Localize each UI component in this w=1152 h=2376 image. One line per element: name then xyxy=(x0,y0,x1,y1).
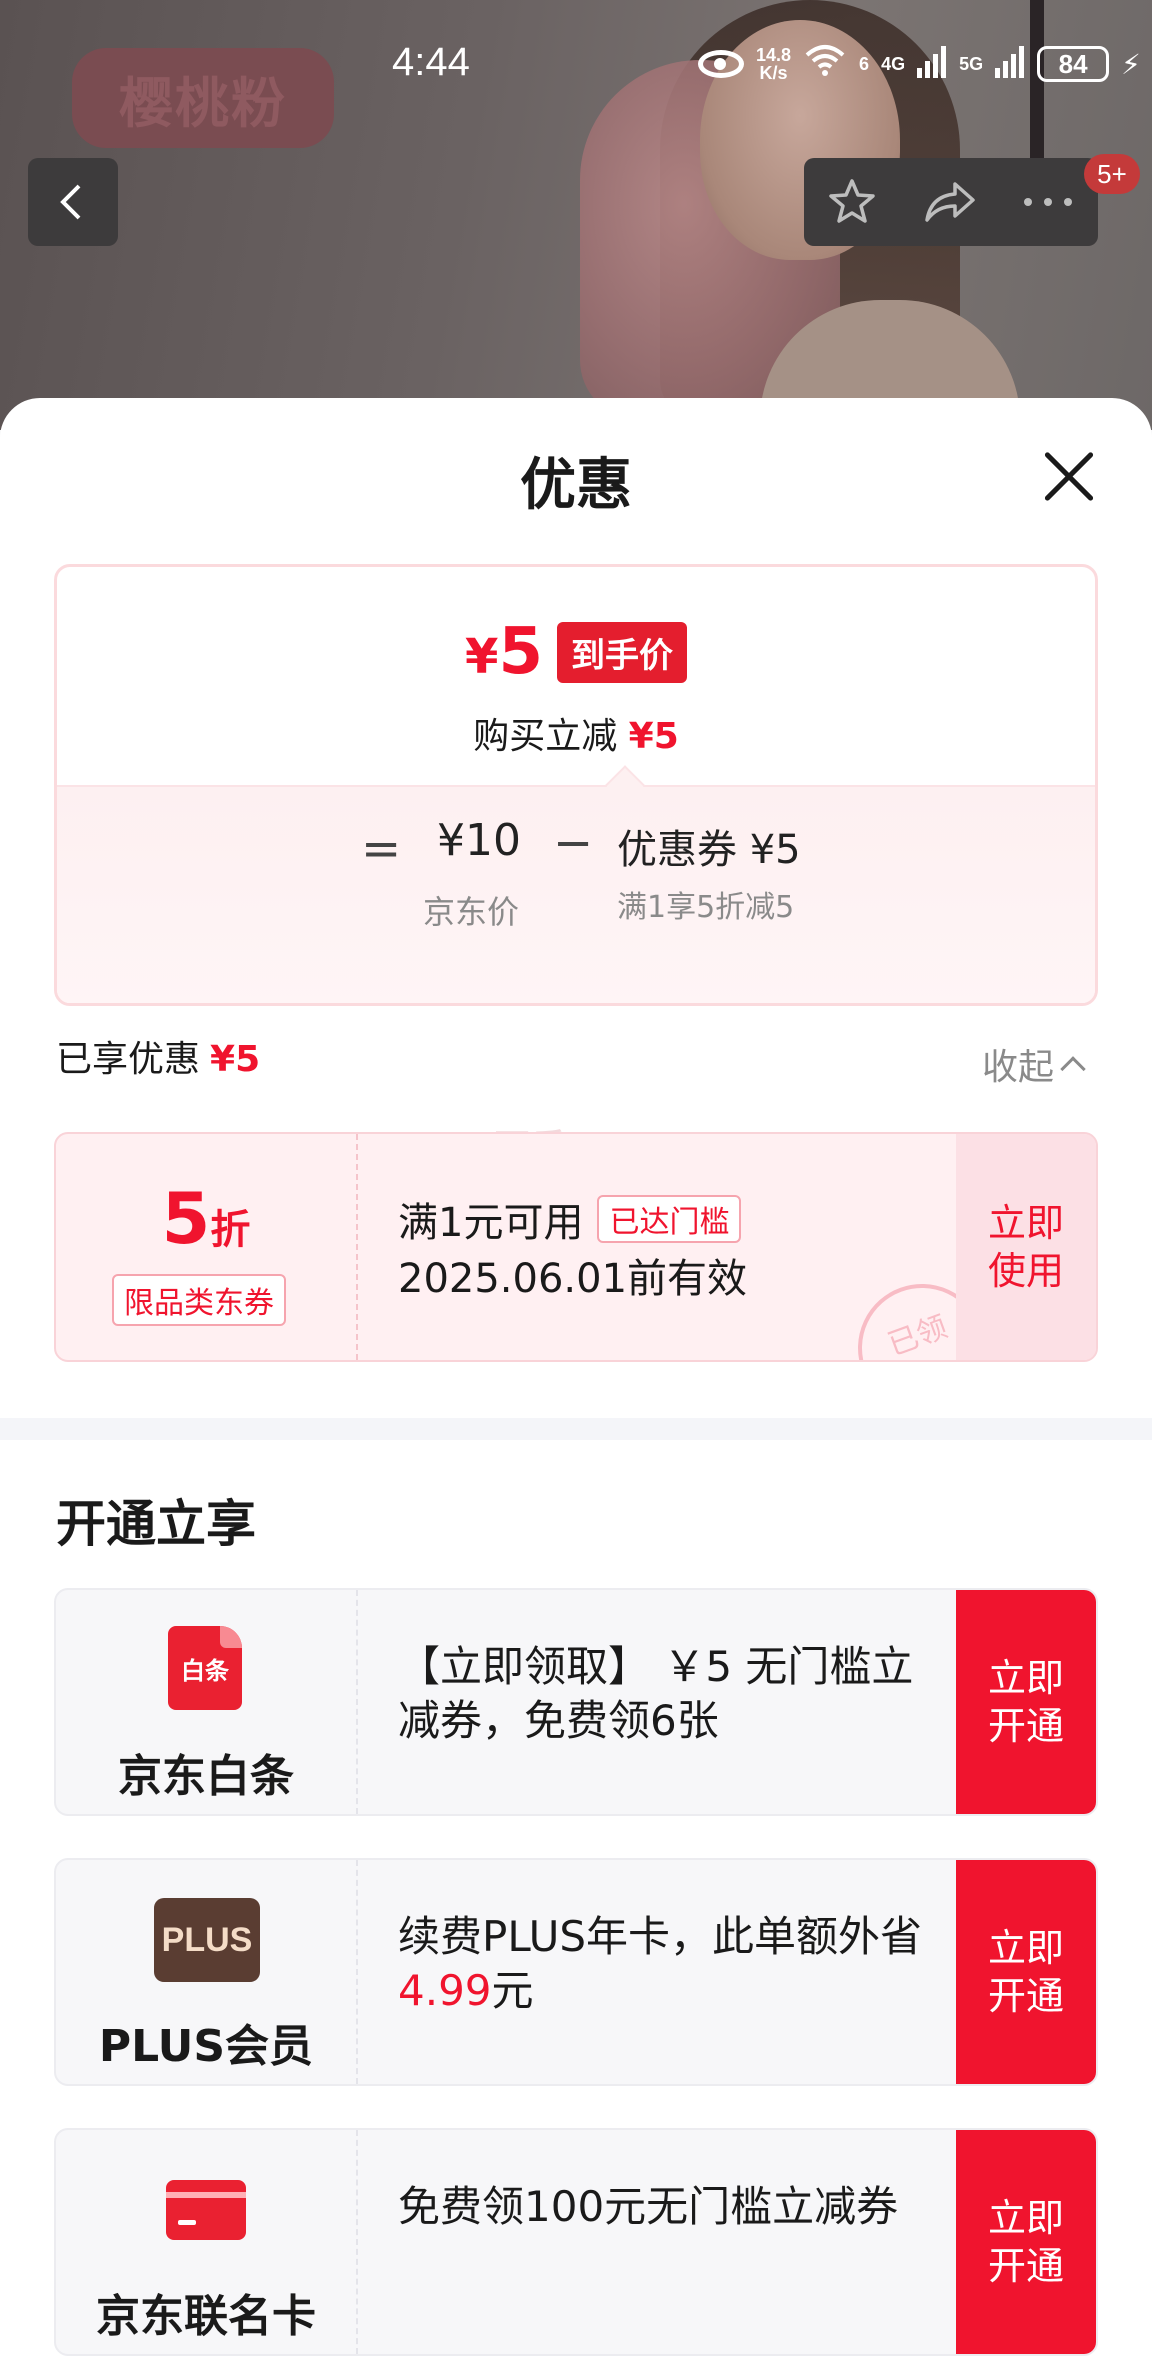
use-coupon-button[interactable]: 立即使用 xyxy=(956,1134,1096,1360)
service-name: PLUS会员 xyxy=(98,2021,314,2072)
status-time: 4:44 xyxy=(392,40,470,84)
signal-4g-label: 4G xyxy=(881,54,906,74)
service-desc: 免费领100元无门槛立减券 xyxy=(398,2182,899,2231)
close-icon[interactable] xyxy=(1040,448,1096,504)
coupon-value-area: 5折 限品类东券 xyxy=(56,1134,356,1360)
product-color-tag: 樱桃粉 xyxy=(72,48,334,148)
network-speed-unit: K/s xyxy=(759,63,788,83)
service-desc: 【立即领取】 ￥5 无门槛立减券，免费领6张 xyxy=(398,1642,914,1745)
nav-actions xyxy=(804,158,1098,246)
notification-badge: 5+ xyxy=(1084,154,1140,194)
wifi-label: 6 xyxy=(859,54,870,74)
chevron-left-icon xyxy=(60,184,81,220)
activate-button[interactable]: 立即开通 xyxy=(956,1590,1096,1814)
battery-indicator: 84 xyxy=(1037,46,1110,82)
section-separator xyxy=(0,1418,1152,1440)
minus-sign: − xyxy=(553,815,594,871)
service-brand: PLUS PLUS会员 xyxy=(56,1860,356,2084)
instant-discount-label: 购买立减 xyxy=(473,716,618,757)
coupon-validity: 2025.06.01前有效 xyxy=(398,1256,748,1302)
chevron-up-icon xyxy=(1060,1056,1086,1082)
service-desc-unit: 元 xyxy=(491,1966,534,2015)
service-divider xyxy=(356,2130,358,2354)
star-icon[interactable] xyxy=(826,176,878,228)
service-name: 京东联名卡 xyxy=(96,2291,316,2342)
network-speed-value: 14.8 xyxy=(756,45,792,65)
service-desc-text: 续费PLUS年卡，此单额外省 xyxy=(398,1912,923,1961)
collapse-label: 收起 xyxy=(982,1047,1055,1088)
discount-sheet: 优惠 ¥5 到手价 购买立减 ¥5 = ¥10 京东价 − 优惠券 ¥5 满1享… xyxy=(0,398,1152,2376)
service-divider xyxy=(356,1590,358,1814)
plus-icon: PLUS xyxy=(154,1898,260,1982)
price-formula-section: = ¥10 京东价 − 优惠券 ¥5 满1享5折减5 xyxy=(57,785,1095,1003)
coupon-discount: 5折 xyxy=(56,1178,356,1260)
final-price-row: ¥5 到手价 xyxy=(57,615,1095,689)
network-speed: 14.8 K/s xyxy=(756,46,791,82)
final-price-amount: 5 xyxy=(498,615,543,689)
coupon-divider xyxy=(356,1134,358,1360)
threshold-reached-badge: 已达门槛 xyxy=(597,1195,742,1243)
collapse-toggle[interactable]: 收起 xyxy=(982,1038,1086,1090)
coupon-deduction-value: 优惠券 ¥5 xyxy=(617,827,801,873)
enjoyed-label: 已享优惠 xyxy=(56,1039,201,1080)
coupon-discount-number: 5 xyxy=(161,1178,211,1260)
coupon-condition: 满1元可用 xyxy=(398,1200,584,1246)
currency-symbol: ¥ xyxy=(465,629,499,685)
signal-bars-icon xyxy=(917,46,947,82)
wifi-icon xyxy=(803,43,847,85)
service-brand: 京东联名卡 xyxy=(56,2130,356,2354)
jd-price-value: ¥10 xyxy=(437,815,521,866)
coupon-discount-unit: 折 xyxy=(210,1207,251,1253)
baitiao-icon: 白条 xyxy=(168,1626,242,1710)
instant-discount-line: 购买立减 ¥5 xyxy=(57,707,1095,759)
service-desc: 续费PLUS年卡，此单额外省 4.99元 xyxy=(398,1910,938,2018)
sheet-title: 优惠 xyxy=(520,453,632,518)
service-card-baitiao: 白条 京东白条 【立即领取】 ￥5 无门槛立减券，免费领6张 立即开通 xyxy=(54,1588,1098,1816)
service-name: 京东白条 xyxy=(118,1751,294,1802)
final-price-tag: 到手价 xyxy=(556,621,687,683)
equals-sign: = xyxy=(361,821,402,877)
service-divider xyxy=(356,1860,358,2084)
final-price: ¥5 xyxy=(465,615,543,689)
instant-discount-value: ¥5 xyxy=(628,716,679,757)
enjoyed-discount: 已享优惠 ¥5 xyxy=(56,1030,260,1082)
service-desc-saving: 4.99 xyxy=(398,1966,492,2015)
service-brand: 白条 京东白条 xyxy=(56,1590,356,1814)
eye-icon xyxy=(698,50,744,78)
coupon-deduction-desc: 满1享5折减5 xyxy=(617,890,795,925)
section-title: 开通立享 xyxy=(56,1495,256,1553)
signal-5g-label: 5G xyxy=(959,54,984,74)
final-price-section: ¥5 到手价 购买立减 ¥5 xyxy=(57,567,1095,785)
coupon-category-badge: 限品类东券 xyxy=(112,1274,286,1326)
coupon-card[interactable]: 5折 限品类东券 满1元可用 已达门槛 2025.06.01前有效 已领 立即使… xyxy=(54,1132,1098,1362)
share-icon[interactable] xyxy=(921,178,977,226)
more-icon[interactable] xyxy=(1020,195,1076,209)
activate-button[interactable]: 立即开通 xyxy=(956,2130,1096,2354)
enjoyed-value: ¥5 xyxy=(210,1039,261,1080)
signal-bars-icon-2 xyxy=(995,46,1025,82)
back-button[interactable] xyxy=(28,158,118,246)
jd-price-label: 京东价 xyxy=(423,893,520,931)
activate-button[interactable]: 立即开通 xyxy=(956,1860,1096,2084)
service-card-cobrand: 京东联名卡 免费领100元无门槛立减券 立即开通 xyxy=(54,2128,1098,2356)
credit-card-icon xyxy=(166,2180,246,2240)
charging-bolt-icon: ⚡ xyxy=(1121,47,1141,81)
status-icons: 14.8 K/s 6 4G 5G 84 ⚡ xyxy=(698,42,1141,86)
service-card-plus: PLUS PLUS会员 续费PLUS年卡，此单额外省 4.99元 立即开通 xyxy=(54,1858,1098,2086)
price-breakdown-card: ¥5 到手价 购买立减 ¥5 = ¥10 京东价 − 优惠券 ¥5 满1享5折减… xyxy=(54,564,1098,1006)
coupon-condition-row: 满1元可用 已达门槛 xyxy=(398,1190,742,1248)
